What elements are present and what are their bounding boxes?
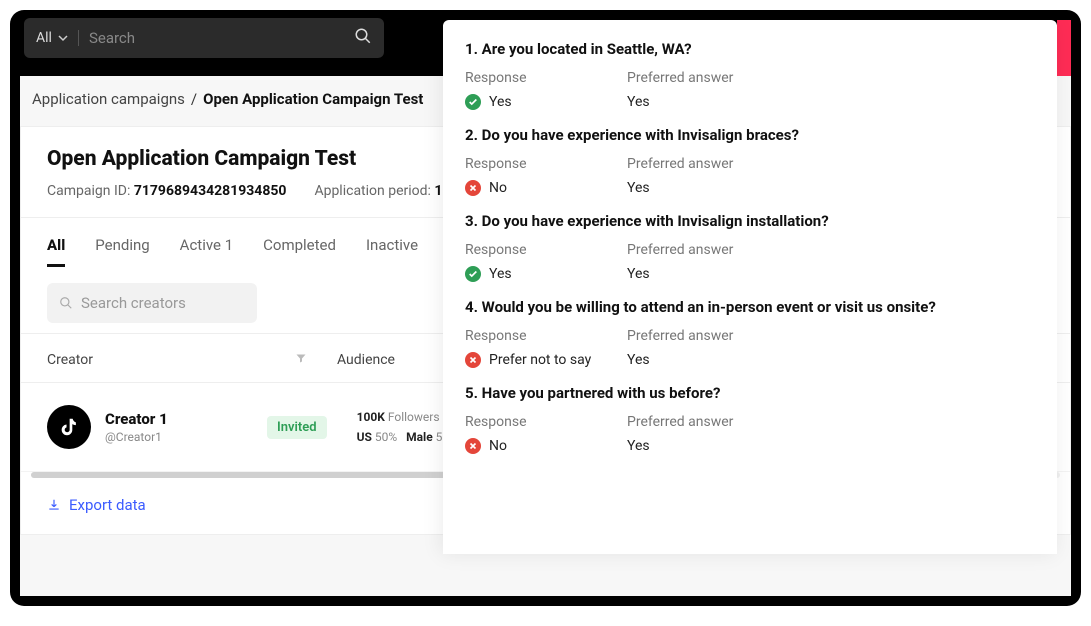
search-filter-label: All (36, 30, 52, 46)
breadcrumb-sep: / (191, 90, 197, 108)
check-icon (465, 94, 481, 110)
status-badge: Invited (267, 416, 327, 439)
preferred-label: Preferred answer (627, 70, 733, 86)
preferred-label: Preferred answer (627, 328, 733, 344)
question-block: 3. Do you have experience with Invisalig… (465, 212, 1035, 282)
tab-completed[interactable]: Completed (263, 236, 336, 267)
question-text: 5. Have you partnered with us before? (465, 384, 1035, 402)
question-block: 2. Do you have experience with Invisalig… (465, 126, 1035, 196)
creator-handle: @Creator1 (105, 430, 168, 444)
search-filter-dropdown[interactable]: All (36, 30, 79, 46)
response-label: Response (465, 70, 627, 86)
response-label: Response (465, 156, 627, 172)
questions-panel: 1. Are you located in Seattle, WA? Respon… (443, 20, 1057, 554)
question-text: 2. Do you have experience with Invisalig… (465, 126, 1035, 144)
response-label: Response (465, 328, 627, 344)
response-label: Response (465, 414, 627, 430)
response-label: Response (465, 242, 627, 258)
question-block: 4. Would you be willing to attend an in-… (465, 298, 1035, 368)
creator-search[interactable] (47, 283, 257, 323)
response-value: No (489, 438, 507, 454)
export-data-link[interactable]: Export data (47, 496, 146, 514)
download-icon (47, 498, 61, 512)
tab-active[interactable]: Active 1 (180, 236, 233, 267)
creator-search-input[interactable] (81, 294, 221, 312)
question-text: 1. Are you located in Seattle, WA? (465, 40, 1035, 58)
question-text: 3. Do you have experience with Invisalig… (465, 212, 1035, 230)
tab-all[interactable]: All (47, 236, 65, 267)
creator-name: Creator 1 (105, 410, 168, 428)
export-label: Export data (69, 496, 146, 514)
preferred-label: Preferred answer (627, 242, 733, 258)
preferred-value: Yes (627, 94, 650, 110)
preferred-label: Preferred answer (627, 414, 733, 430)
breadcrumb-parent[interactable]: Application campaigns (32, 90, 185, 108)
search-icon[interactable] (354, 27, 372, 49)
x-icon (465, 438, 481, 454)
global-search[interactable]: All (24, 18, 384, 58)
response-value: No (489, 180, 507, 196)
col-creator-label: Creator (47, 352, 93, 368)
campaign-id: Campaign ID: 7179689434281934850 (47, 183, 286, 199)
search-icon (59, 296, 73, 310)
check-icon (465, 266, 481, 282)
preferred-label: Preferred answer (627, 156, 733, 172)
tab-inactive[interactable]: Inactive (366, 236, 418, 267)
x-icon (465, 180, 481, 196)
tab-pending[interactable]: Pending (95, 236, 149, 267)
preferred-value: Yes (627, 180, 650, 196)
question-block: 5. Have you partnered with us before? Res… (465, 384, 1035, 454)
chevron-down-icon (58, 33, 68, 43)
preferred-value: Yes (627, 266, 650, 282)
response-value: Yes (489, 266, 512, 282)
response-value: Yes (489, 94, 512, 110)
tiktok-icon (58, 416, 80, 438)
filter-icon[interactable] (295, 352, 307, 368)
preferred-value: Yes (627, 352, 650, 368)
avatar (47, 405, 91, 449)
question-block: 1. Are you located in Seattle, WA? Respon… (465, 40, 1035, 110)
question-text: 4. Would you be willing to attend an in-… (465, 298, 1035, 316)
response-value: Prefer not to say (489, 352, 591, 368)
x-icon (465, 352, 481, 368)
brand-accent (1057, 20, 1071, 76)
breadcrumb-current: Open Application Campaign Test (203, 90, 423, 108)
preferred-value: Yes (627, 438, 650, 454)
search-input[interactable] (89, 29, 344, 47)
